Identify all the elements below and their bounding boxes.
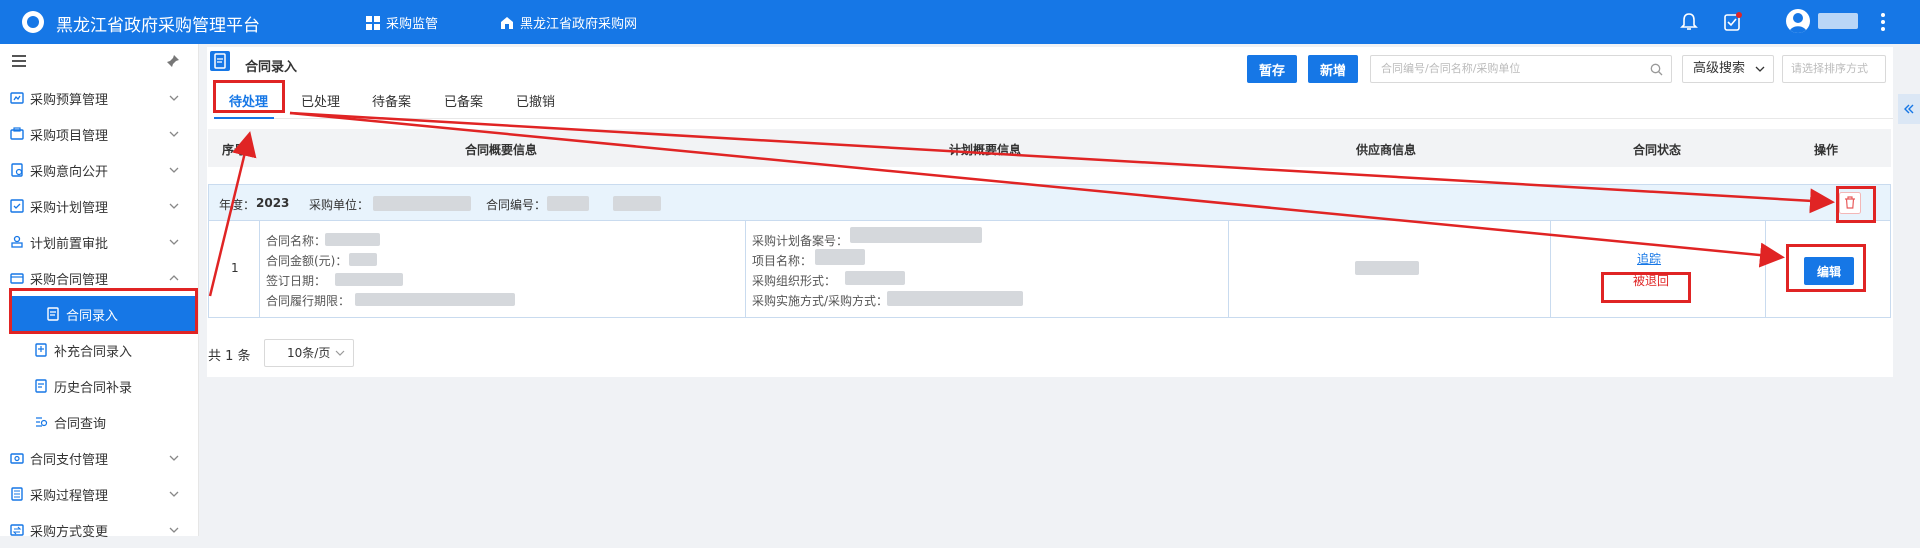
annotation-arrows xyxy=(208,111,1835,297)
arrow-to-pending-tab xyxy=(208,131,257,297)
